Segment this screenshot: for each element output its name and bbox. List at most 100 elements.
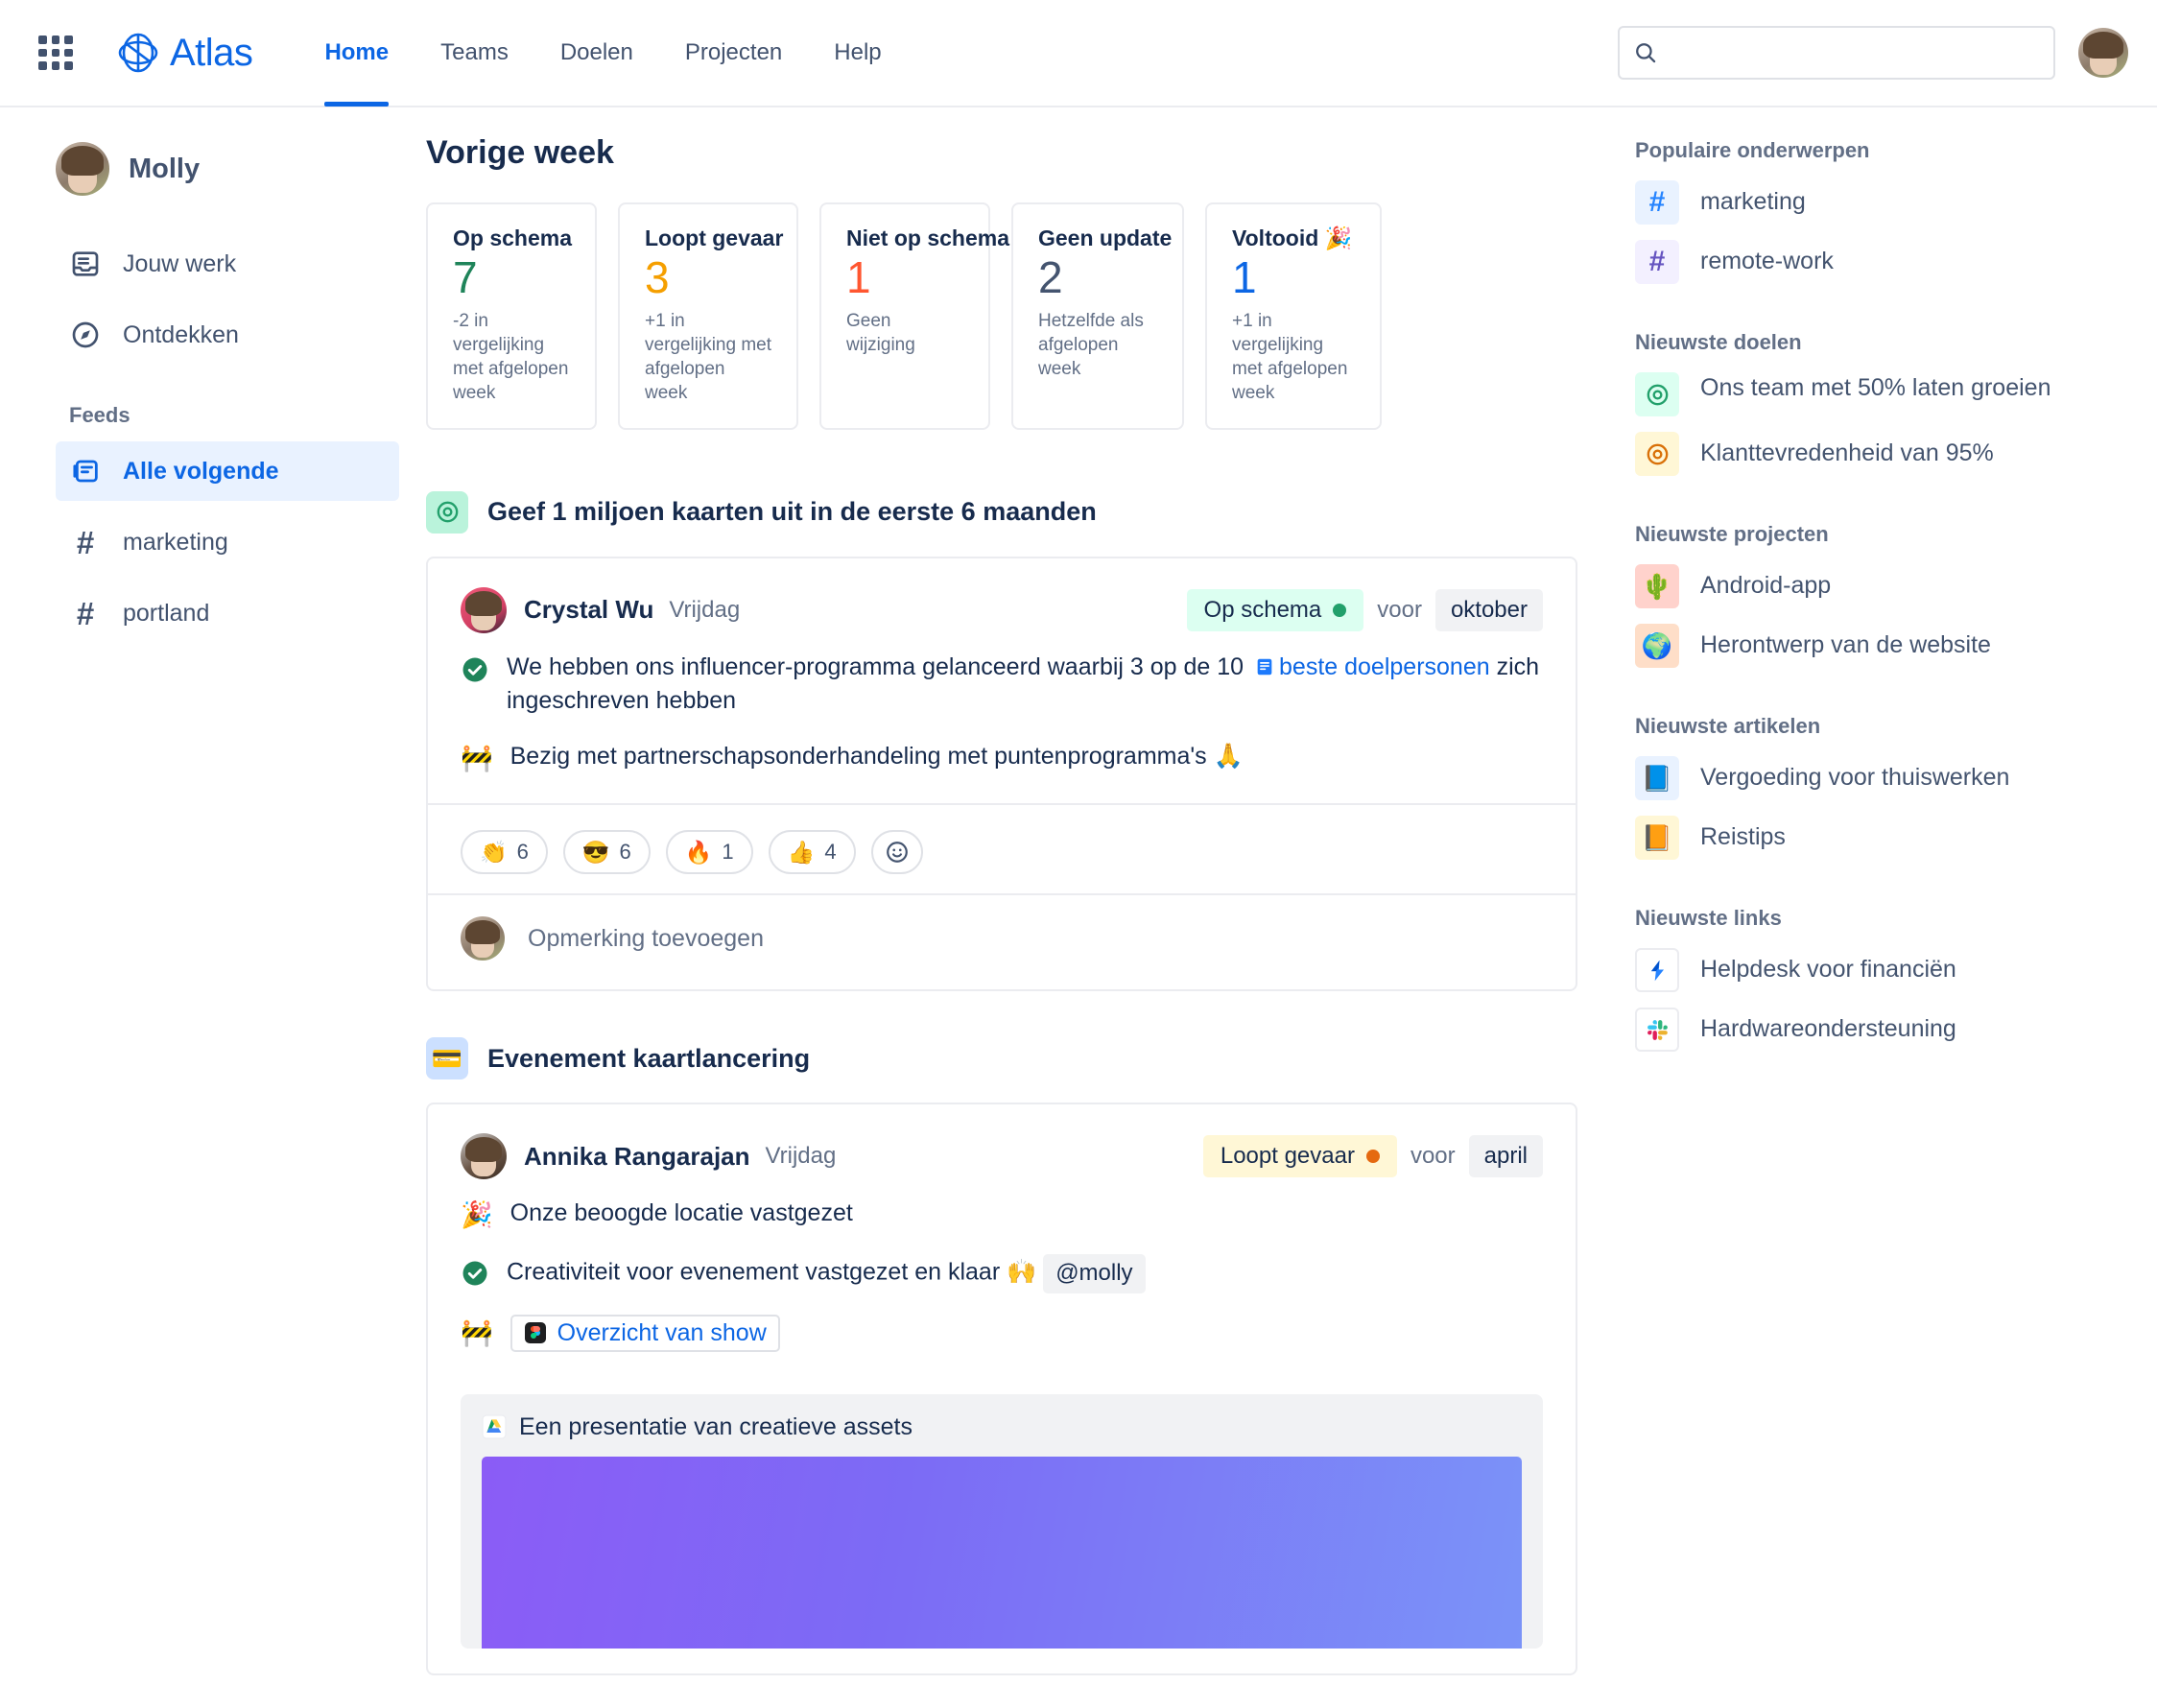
avatar[interactable]: [461, 586, 507, 633]
hash-icon: #: [76, 595, 95, 631]
post-line: 🚧 Bezig met partnerschapsonderhandeling …: [461, 740, 1543, 776]
atlas-logo[interactable]: Atlas: [117, 31, 253, 75]
status-month-badge[interactable]: april: [1468, 1135, 1543, 1178]
rail-item-label: Ons team met 50% laten groeien: [1700, 374, 2051, 401]
globe-icon: 🌍: [1635, 624, 1679, 668]
sidebar-item-jouw-werk[interactable]: Jouw werk: [56, 234, 399, 294]
your-work-icon: [69, 248, 102, 280]
reaction-clap[interactable]: 👏 6: [461, 830, 548, 875]
post-date: Vrijdag: [669, 596, 741, 623]
rail-item-goal-klanttevredenheid[interactable]: Klanttevredenheid van 95%: [1635, 432, 2119, 476]
reaction-fire[interactable]: 🔥 1: [665, 830, 753, 875]
stat-card-voltooid[interactable]: Voltooid 🎉 1 +1 in vergelijking met afge…: [1205, 202, 1382, 430]
status-badge-label: Loopt gevaar: [1220, 1143, 1355, 1170]
primary-nav: Home Teams Doelen Projecten Help: [298, 0, 907, 107]
party-popper-icon: 🎉: [461, 1200, 493, 1230]
top-navigation-bar: Atlas Home Teams Doelen Projecten Help: [0, 0, 2157, 107]
check-circle-icon: [462, 1261, 487, 1286]
stat-card-loopt-gevaar[interactable]: Loopt gevaar 3 +1 in vergelijking met af…: [618, 202, 798, 430]
rail-item-helpdesk-financien[interactable]: Helpdesk voor financiën: [1635, 948, 2119, 992]
rail-section-title-nieuwste-links: Nieuwste links: [1635, 906, 1782, 930]
attachment-card[interactable]: Een presentatie van creatieve assets: [461, 1393, 1543, 1649]
post-status-group: Op schema voor oktober: [1186, 588, 1543, 631]
stat-card-op-schema[interactable]: Op schema 7 -2 in vergelijking met afgel…: [426, 202, 597, 430]
sidebar-item-alle-volgende[interactable]: Alle volgende: [56, 441, 399, 501]
google-drive-icon: [482, 1414, 507, 1439]
reaction-count: 6: [619, 840, 631, 865]
rail-item-android-app[interactable]: 🌵 Android-app: [1635, 564, 2119, 608]
reaction-thumbsup[interactable]: 👍 4: [768, 830, 856, 875]
rail-item-reistips[interactable]: 📙 Reistips: [1635, 816, 2119, 860]
add-comment-row[interactable]: Opmerking toevoegen: [428, 893, 1576, 989]
add-reaction-button[interactable]: [870, 830, 923, 875]
figma-link-chip[interactable]: Overzicht van show: [510, 1314, 780, 1352]
search-input[interactable]: [1668, 41, 2040, 64]
post-line-text: We hebben ons influencer-programma gelan…: [507, 651, 1543, 719]
status-voor-label: voor: [1410, 1143, 1456, 1170]
feed-heading-project[interactable]: 💳 Evenement kaartlancering: [426, 1037, 1577, 1080]
post-author[interactable]: Annika Rangarajan: [524, 1142, 750, 1172]
sidebar-item-portland[interactable]: # portland: [56, 583, 399, 643]
brand-name: Atlas: [170, 31, 253, 74]
stat-label: Loopt gevaar: [645, 225, 784, 250]
right-rail: Populaire onderwerpen # marketing # remo…: [1620, 107, 2157, 1706]
goal-icon: [1635, 432, 1679, 476]
post-author[interactable]: Crystal Wu: [524, 595, 653, 625]
rail-item-vergoeding-thuiswerken[interactable]: 📘 Vergoeding voor thuiswerken: [1635, 756, 2119, 800]
attachment-preview[interactable]: [482, 1456, 1522, 1649]
rail-section-title-nieuwste-doelen: Nieuwste doelen: [1635, 330, 1802, 354]
sidebar-item-ontdekken[interactable]: Ontdekken: [56, 305, 399, 365]
nav-right-group: [1618, 26, 2128, 80]
rail-item-marketing[interactable]: # marketing: [1635, 180, 2119, 225]
rail-item-remote-work[interactable]: # remote-work: [1635, 240, 2119, 284]
sidebar-user[interactable]: Molly: [56, 142, 399, 196]
feed-heading-goal[interactable]: Geef 1 miljoen kaarten uit in de eerste …: [426, 490, 1577, 534]
page-body: Molly Jouw werk Ontdekken Feeds Alle vol…: [0, 107, 2157, 1706]
main-content: Vorige week Op schema 7 -2 in vergelijki…: [422, 107, 1620, 1706]
reaction-count: 1: [722, 840, 734, 865]
grid-apps-icon[interactable]: [33, 30, 79, 76]
credit-card-icon: 💳: [426, 1037, 468, 1080]
stat-sub: +1 in vergelijking met afgelopen week: [1232, 310, 1348, 403]
nav-link-help[interactable]: Help: [808, 0, 907, 107]
post-body: 🎉 Onze beoogde locatie vastgezet Creativ…: [428, 1187, 1576, 1378]
book-icon: 📙: [1635, 816, 1679, 860]
stat-sub: +1 in vergelijking met afgelopen week: [645, 310, 771, 403]
post-line-text: Creativiteit voor evenement vastgezet en…: [507, 1254, 1146, 1293]
rail-section-title-nieuwste-projecten: Nieuwste projecten: [1635, 522, 1829, 546]
reaction-sunglasses[interactable]: 😎 6: [562, 830, 651, 875]
stat-label: Geen update: [1038, 225, 1173, 250]
stat-value: 1: [846, 252, 871, 302]
status-badge[interactable]: Loopt gevaar: [1202, 1135, 1397, 1178]
stat-card-geen-update[interactable]: Geen update 2 Hetzelfde als afgelopen we…: [1011, 202, 1184, 430]
rail-item-label: Android-app: [1700, 572, 1832, 600]
rail-item-goal-team-groeien[interactable]: Ons team met 50% laten groeien: [1635, 372, 2119, 416]
mention-chip[interactable]: @molly: [1043, 1254, 1146, 1293]
left-sidebar: Molly Jouw werk Ontdekken Feeds Alle vol…: [0, 107, 422, 1706]
stat-sub: Hetzelfde als afgelopen week: [1038, 310, 1144, 379]
rail-item-hardwareondersteuning[interactable]: Hardwareondersteuning: [1635, 1008, 2119, 1052]
avatar[interactable]: [461, 1133, 507, 1180]
reaction-count: 4: [824, 840, 837, 865]
profile-avatar[interactable]: [2078, 28, 2128, 78]
sidebar-item-label: portland: [123, 599, 210, 627]
attachment-title: Een presentatie van creatieve assets: [519, 1412, 913, 1440]
nav-link-doelen[interactable]: Doelen: [534, 0, 659, 107]
nav-link-home[interactable]: Home: [298, 0, 415, 107]
nav-link-projecten[interactable]: Projecten: [659, 0, 808, 107]
post-inline-link[interactable]: beste doelpersonen: [1279, 653, 1490, 680]
nav-link-teams[interactable]: Teams: [415, 0, 534, 107]
status-month-badge[interactable]: oktober: [1434, 588, 1543, 631]
sidebar-item-label: marketing: [123, 528, 228, 556]
search-box[interactable]: [1618, 26, 2055, 80]
stat-label: Voltooid 🎉: [1232, 225, 1353, 250]
rail-item-herontwerp-website[interactable]: 🌍 Herontwerp van de website: [1635, 624, 2119, 668]
status-badge[interactable]: Op schema: [1186, 588, 1364, 631]
clap-icon: 👏: [480, 839, 508, 865]
feed-title: Evenement kaartlancering: [487, 1043, 811, 1073]
sidebar-item-marketing[interactable]: # marketing: [56, 512, 399, 572]
stat-card-niet-op-schema[interactable]: Niet op schema 1 Geen wijziging: [819, 202, 1009, 430]
status-dot-icon: [1365, 1150, 1380, 1164]
attachment-header[interactable]: Een presentatie van creatieve assets: [482, 1413, 1522, 1441]
add-reaction-icon: [886, 842, 908, 863]
